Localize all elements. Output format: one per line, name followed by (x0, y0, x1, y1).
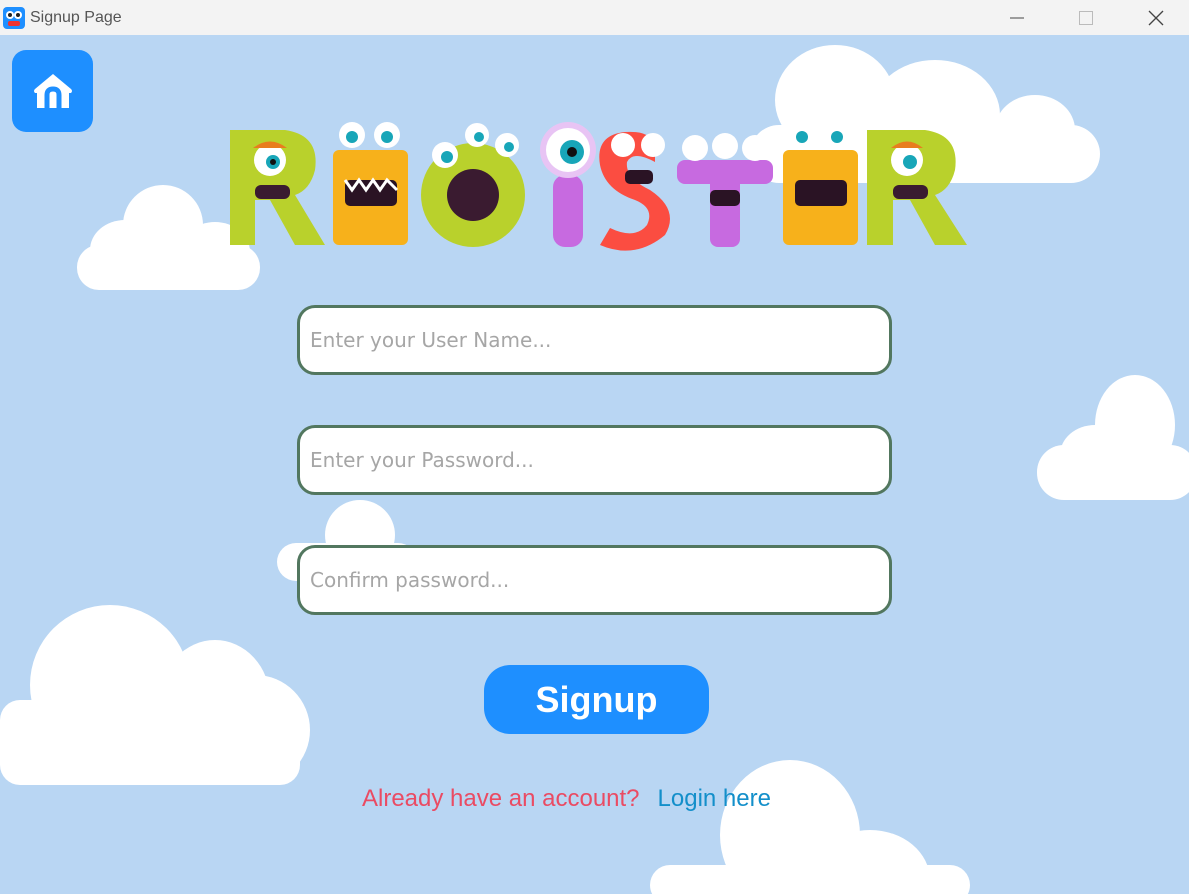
monster-letter-g (421, 123, 525, 247)
username-field[interactable] (297, 305, 892, 375)
close-button[interactable] (1133, 0, 1179, 35)
monster-letter-i (540, 122, 596, 247)
home-icon (33, 74, 72, 108)
monster-letter-e (783, 122, 858, 245)
cloud-decoration (1037, 375, 1189, 500)
login-here-link[interactable]: Login here (658, 785, 771, 812)
window-titlebar: Signup Page (0, 0, 1189, 35)
minimize-icon (1010, 17, 1024, 18)
confirm-password-input[interactable] (300, 548, 889, 612)
cloud-decoration (0, 605, 310, 785)
password-field[interactable] (297, 425, 892, 495)
monster-letter-r (867, 130, 967, 245)
signup-page: Signup Already have an account? Login her… (0, 35, 1189, 894)
monster-letter-r (230, 130, 325, 245)
password-input[interactable] (300, 428, 889, 492)
username-input[interactable] (300, 308, 889, 372)
window-title: Signup Page (30, 8, 122, 26)
maximize-icon (1079, 10, 1093, 25)
monster-letter-e (333, 122, 408, 245)
already-have-account-text: Already have an account? (362, 785, 640, 812)
app-monster-icon (3, 6, 25, 29)
signup-button[interactable]: Signup (484, 665, 709, 734)
close-icon (1148, 10, 1164, 25)
monster-letter-t (677, 133, 773, 247)
maximize-button[interactable] (1063, 0, 1109, 35)
cloud-decoration (650, 760, 970, 894)
minimize-button[interactable] (994, 0, 1040, 35)
home-button[interactable] (12, 50, 93, 132)
register-title-logo (230, 122, 967, 251)
monster-letter-s (599, 131, 670, 251)
login-prompt: Already have an account? Login here (362, 785, 771, 813)
confirm-password-field[interactable] (297, 545, 892, 615)
